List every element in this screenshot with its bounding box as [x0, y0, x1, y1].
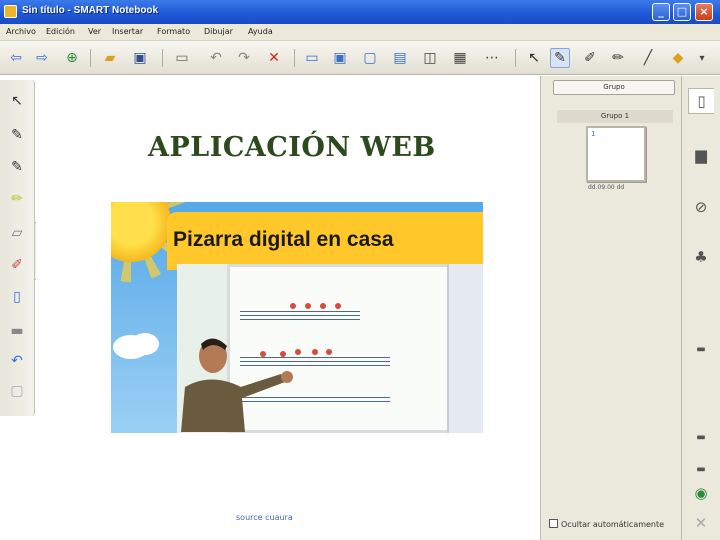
select-icon[interactable]: ↖ — [524, 48, 544, 68]
paste-icon[interactable]: ▭ — [172, 48, 192, 68]
window-title-bar: Sin título - SMART Notebook _ □ × — [0, 0, 720, 24]
expand-icon[interactable]: ▬ — [688, 456, 714, 482]
floating-tools: ↖ ✎ ✎ ✏ ▱ ✐ ▯ ▬ ↶ ▢ ■ ■■ ■■ ■ — [0, 80, 57, 416]
side-tab-strip: ▯ ▆ ⊘ ♣ ▬ ▬ ▬ ◉ ✕ — [681, 76, 720, 540]
redo-icon[interactable]: ↷ — [234, 48, 254, 68]
close-panel-icon[interactable]: ✕ — [688, 510, 714, 536]
main-toolbar: ⇦ ⇨ ⊕ ▰ ▣ ▭ ↶ ↷ ✕ ▭ ▣ ▢ ▤ ◫ ▦ ⋯ ↖ ✎ ✐ ✏ … — [0, 41, 720, 75]
highlighter-yellow-icon[interactable]: ✏ — [6, 188, 28, 210]
camera-icon[interactable]: ◫ — [420, 48, 440, 68]
checkbox-box[interactable] — [549, 519, 558, 528]
chevron-down-icon[interactable]: ▾ — [692, 48, 712, 68]
whiteboard-sidepane — [447, 264, 483, 433]
arrow-select-icon[interactable]: ↖ — [6, 90, 28, 112]
add-page-icon[interactable]: ⊕ — [62, 48, 82, 68]
menu-formato[interactable]: Formato — [157, 27, 190, 36]
page-thumbnail[interactable]: 1 — [586, 126, 646, 182]
page-sorter-panel: Grupo Grupo 1 1 dd.09.00 dd Ocultar auto… — [540, 76, 681, 540]
blank-page-icon[interactable]: ▯ — [6, 286, 28, 308]
auto-hide-label: Ocultar automáticamente — [561, 520, 665, 529]
display-icon[interactable]: ▣ — [330, 48, 350, 68]
teacher-graphic — [181, 338, 293, 432]
page-sorter-tab-icon[interactable]: ▯ — [688, 88, 714, 114]
fill-icon[interactable]: ◆ — [668, 48, 688, 68]
window-title: Sin título - SMART Notebook — [22, 5, 159, 16]
collapse-icon[interactable]: ▬ — [688, 424, 714, 450]
pen-black-icon[interactable]: ✎ — [6, 124, 28, 146]
page-footer-link[interactable]: source cuaura — [236, 513, 293, 522]
pen-icon[interactable]: ✎ — [550, 48, 570, 68]
image-banner-text: Pizarra digital en casa — [173, 228, 394, 251]
scroll-handle-icon[interactable]: ▬ — [688, 336, 714, 362]
forward-arrow-icon[interactable]: ⇨ — [32, 48, 52, 68]
undo-small-icon[interactable]: ↶ — [6, 350, 28, 372]
maximize-button[interactable]: □ — [673, 3, 691, 21]
capture-icon[interactable]: ▢ — [360, 48, 380, 68]
cloud-graphic — [113, 333, 159, 359]
line-icon[interactable]: ╱ — [638, 48, 658, 68]
settings-icon[interactable]: ▢ — [6, 380, 28, 402]
highlighter-icon[interactable]: ✏ — [608, 48, 628, 68]
pen-red-icon[interactable]: ✎ — [6, 156, 28, 178]
gallery-tab-icon[interactable]: ▆ — [688, 142, 714, 168]
eraser-icon[interactable]: ▱ — [6, 222, 28, 244]
thumbnail-number: 1 — [591, 130, 596, 138]
menu-ayuda[interactable]: Ayuda — [248, 27, 273, 36]
menu-bar: Archivo Edición Ver Insertar Formato Dib… — [0, 24, 720, 41]
auto-hide-checkbox[interactable]: Ocultar automáticamente — [549, 519, 664, 529]
back-arrow-icon[interactable]: ⇦ — [6, 48, 26, 68]
save-icon[interactable]: ▣ — [130, 48, 150, 68]
page-image[interactable]: Pizarra digital en casa — [111, 202, 483, 433]
close-button[interactable]: × — [695, 3, 713, 21]
open-folder-icon[interactable]: ▰ — [100, 48, 120, 68]
more-icon[interactable]: ⋯ — [482, 48, 502, 68]
menu-ver[interactable]: Ver — [88, 27, 101, 36]
creative-pen-icon[interactable]: ✐ — [580, 48, 600, 68]
divider-icon: ▬ — [10, 323, 24, 339]
page-title: APLICACIÓN WEB — [148, 132, 436, 163]
minimize-button[interactable]: _ — [652, 3, 670, 21]
undo-icon[interactable]: ↶ — [206, 48, 226, 68]
delete-icon[interactable]: ✕ — [264, 48, 284, 68]
green-add-icon[interactable]: ◉ — [688, 480, 714, 506]
menu-archivo[interactable]: Archivo — [6, 27, 36, 36]
screen-shade-icon[interactable]: ▭ — [302, 48, 322, 68]
pointer-icon[interactable]: ✐ — [6, 254, 28, 276]
menu-edicion[interactable]: Edición — [46, 27, 75, 36]
table-icon[interactable]: ▦ — [450, 48, 470, 68]
thumbnail-caption: dd.09.00 dd — [588, 184, 625, 191]
properties-tab-icon[interactable]: ♣ — [688, 244, 714, 270]
monitor-icon[interactable]: ▤ — [390, 48, 410, 68]
attachments-tab-icon[interactable]: ⊘ — [688, 194, 714, 220]
menu-insertar[interactable]: Insertar — [112, 27, 143, 36]
group-label: Grupo 1 — [557, 110, 673, 123]
menu-dibujar[interactable]: Dibujar — [204, 27, 233, 36]
smart-notebook-icon — [4, 5, 17, 18]
group-dropdown-button[interactable]: Grupo — [553, 80, 675, 95]
